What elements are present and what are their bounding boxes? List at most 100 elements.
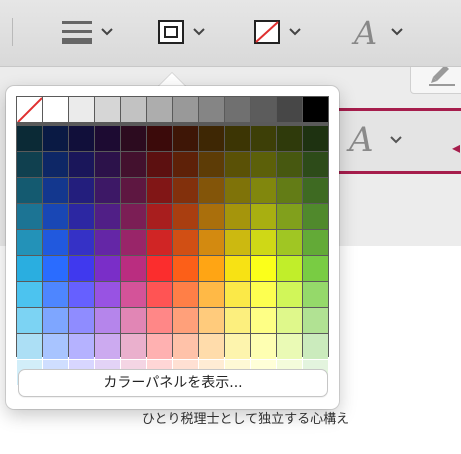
color-swatch[interactable]	[17, 282, 42, 307]
color-swatch[interactable]	[303, 282, 328, 307]
color-swatch[interactable]	[225, 178, 250, 203]
color-swatch[interactable]	[17, 256, 42, 281]
color-swatch[interactable]	[95, 204, 120, 229]
color-swatch[interactable]	[173, 178, 198, 203]
color-swatch[interactable]	[95, 334, 120, 359]
color-swatch[interactable]	[251, 178, 276, 203]
color-swatch[interactable]	[95, 256, 120, 281]
line-style-button[interactable]	[60, 14, 114, 50]
color-swatch[interactable]	[121, 178, 146, 203]
color-swatch[interactable]	[277, 282, 302, 307]
color-swatch[interactable]	[303, 334, 328, 359]
color-swatch[interactable]	[121, 204, 146, 229]
color-swatch[interactable]	[251, 256, 276, 281]
color-swatch[interactable]	[147, 126, 172, 151]
color-swatch[interactable]	[225, 282, 250, 307]
color-swatch[interactable]	[17, 126, 42, 151]
color-swatch[interactable]	[303, 308, 328, 333]
color-swatch[interactable]	[43, 282, 68, 307]
color-swatch[interactable]	[173, 256, 198, 281]
color-swatch[interactable]	[17, 334, 42, 359]
color-swatch[interactable]	[277, 334, 302, 359]
color-swatch[interactable]	[225, 334, 250, 359]
color-swatch[interactable]	[17, 152, 42, 177]
color-swatch[interactable]	[69, 152, 94, 177]
color-swatch[interactable]	[121, 230, 146, 255]
color-swatch[interactable]	[121, 282, 146, 307]
color-swatch[interactable]	[121, 152, 146, 177]
border-button[interactable]	[156, 14, 206, 50]
color-swatch[interactable]	[43, 308, 68, 333]
color-swatch[interactable]	[225, 256, 250, 281]
color-swatch[interactable]	[43, 204, 68, 229]
color-swatch[interactable]	[173, 282, 198, 307]
color-swatch[interactable]	[277, 256, 302, 281]
color-swatch[interactable]	[173, 152, 198, 177]
color-swatch[interactable]	[43, 178, 68, 203]
color-swatch[interactable]	[147, 256, 172, 281]
color-swatch[interactable]	[173, 126, 198, 151]
color-swatch[interactable]	[43, 126, 68, 151]
color-swatch[interactable]	[251, 282, 276, 307]
color-swatch[interactable]	[17, 178, 42, 203]
color-swatch[interactable]	[251, 204, 276, 229]
color-swatch[interactable]	[69, 308, 94, 333]
color-swatch[interactable]	[199, 282, 224, 307]
color-swatch[interactable]	[225, 230, 250, 255]
color-swatch[interactable]	[199, 334, 224, 359]
color-swatch[interactable]	[147, 204, 172, 229]
color-swatch[interactable]	[199, 308, 224, 333]
color-swatch[interactable]	[95, 230, 120, 255]
text-style-bar[interactable]: A	[320, 108, 461, 174]
color-swatch[interactable]	[17, 230, 42, 255]
color-swatch[interactable]	[303, 97, 328, 122]
color-swatch[interactable]	[147, 97, 172, 122]
color-swatch[interactable]	[277, 152, 302, 177]
color-swatch[interactable]	[95, 152, 120, 177]
color-swatch[interactable]	[121, 97, 146, 122]
color-swatch[interactable]	[199, 97, 224, 122]
color-swatch[interactable]	[121, 126, 146, 151]
color-swatch[interactable]	[43, 256, 68, 281]
color-swatch[interactable]	[147, 178, 172, 203]
color-swatch[interactable]	[277, 126, 302, 151]
color-swatch[interactable]	[121, 256, 146, 281]
color-swatch[interactable]	[303, 152, 328, 177]
color-swatch[interactable]	[225, 204, 250, 229]
color-swatch[interactable]	[147, 230, 172, 255]
color-swatch[interactable]	[69, 204, 94, 229]
color-swatch[interactable]	[277, 178, 302, 203]
color-swatch[interactable]	[277, 97, 302, 122]
color-swatch[interactable]	[303, 178, 328, 203]
color-swatch[interactable]	[199, 152, 224, 177]
color-swatch[interactable]	[303, 230, 328, 255]
color-swatch[interactable]	[43, 152, 68, 177]
color-swatch[interactable]	[95, 178, 120, 203]
color-swatch[interactable]	[95, 282, 120, 307]
color-swatch[interactable]	[147, 308, 172, 333]
color-swatch[interactable]	[251, 97, 276, 122]
color-swatch[interactable]	[69, 334, 94, 359]
color-swatch[interactable]	[121, 308, 146, 333]
color-swatch[interactable]	[69, 97, 94, 122]
color-swatch[interactable]	[43, 97, 68, 122]
color-swatch[interactable]	[251, 230, 276, 255]
color-swatch[interactable]	[199, 178, 224, 203]
color-swatch[interactable]	[225, 126, 250, 151]
color-swatch[interactable]	[43, 334, 68, 359]
color-swatch[interactable]	[251, 126, 276, 151]
color-swatch[interactable]	[173, 230, 198, 255]
color-swatch[interactable]	[147, 152, 172, 177]
color-swatch[interactable]	[173, 97, 198, 122]
color-swatch[interactable]	[95, 97, 120, 122]
color-swatch[interactable]	[199, 256, 224, 281]
color-swatch[interactable]	[173, 204, 198, 229]
color-swatch[interactable]	[303, 204, 328, 229]
color-swatch[interactable]	[17, 204, 42, 229]
color-swatch[interactable]	[95, 308, 120, 333]
no-color-swatch[interactable]	[17, 97, 42, 122]
show-color-panel-button[interactable]: カラーパネルを表示...	[18, 369, 328, 397]
fill-color-button[interactable]	[252, 14, 302, 50]
color-swatch[interactable]	[69, 282, 94, 307]
color-swatch[interactable]	[121, 334, 146, 359]
